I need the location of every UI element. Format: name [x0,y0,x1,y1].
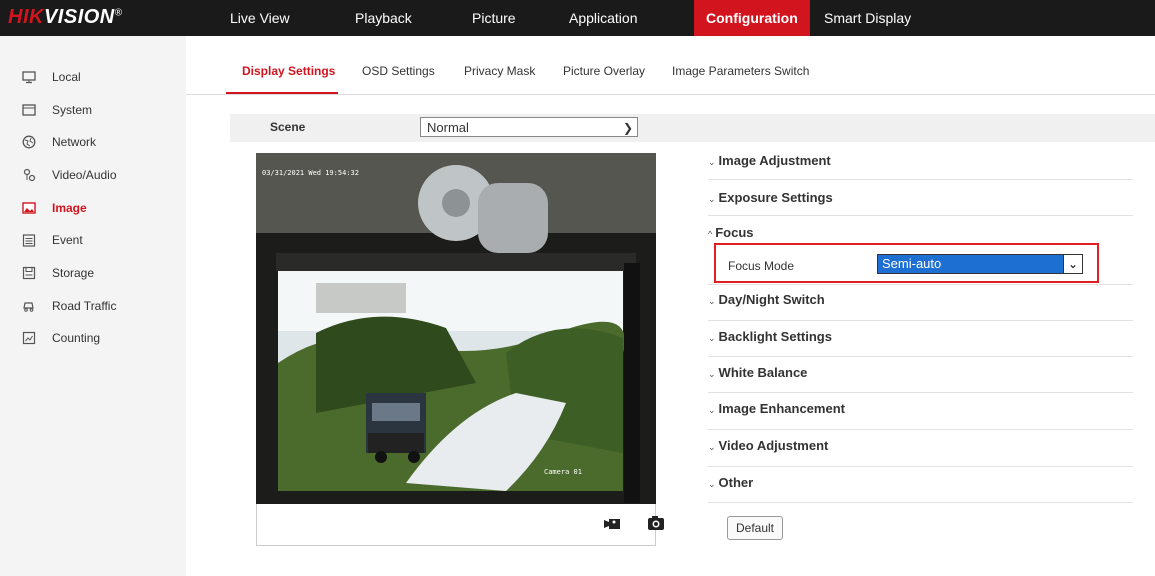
section-image-enhancement-title[interactable]: ⌄ Image Enhancement [708,401,845,416]
chevron-down-icon: ⌄ [708,333,716,343]
video-toolbar [256,504,664,546]
section-image-enhancement[interactable]: ⌄ Image Enhancement [708,393,1133,430]
sidebar-item-image[interactable]: Image [22,198,87,218]
chevron-down-icon: ⌄ [708,296,716,306]
sidebar-item-system[interactable]: System [22,100,92,120]
section-day-night-switch-title[interactable]: ⌄ Day/Night Switch [708,292,825,307]
chevron-down-icon: ⌄ [708,194,716,204]
camera-name-overlay: Camera 01 [544,468,582,476]
tab-picture-overlay[interactable]: Picture Overlay [563,64,645,78]
chevron-down-icon: ⌄ [1063,255,1082,273]
counting-icon [22,331,36,345]
sidebar-item-road-traffic[interactable]: Road Traffic [22,296,116,316]
chevron-up-icon: ^ [708,229,713,239]
record-video-icon[interactable] [603,514,621,532]
scene-select[interactable]: Normal ❯ [420,117,638,137]
default-button[interactable]: Default [727,516,783,540]
section-video-adjustment[interactable]: ⌄ Video Adjustment [708,430,1133,467]
sidebar-item-label: Road Traffic [52,299,117,313]
section-exposure-settings[interactable]: ⌄ Exposure Settings [708,180,1133,216]
focus-mode-select-value: Semi-auto [882,256,942,271]
hikvision-logo: HIKVISION® [8,6,123,28]
sidebar-item-network[interactable]: Network [22,132,96,152]
sidebar-item-label: Counting [52,331,101,345]
calendar-icon [22,233,36,247]
nav-picture[interactable]: Picture [460,0,528,36]
sidebar-item-label: Storage [52,266,95,280]
car-icon [22,299,36,313]
nav-configuration[interactable]: Configuration [694,0,810,36]
video-timestamp: 03/31/2021 Wed 19:54:32 [262,169,359,177]
section-white-balance[interactable]: ⌄ White Balance [708,357,1133,393]
sidebar-item-video-audio[interactable]: Video/Audio [22,165,117,185]
nav-live-view[interactable]: Live View [218,0,302,36]
sidebar-item-storage[interactable]: Storage [22,263,94,283]
sidebar-item-label: Image [52,201,87,215]
section-white-balance-title[interactable]: ⌄ White Balance [708,365,807,380]
globe-icon [22,135,36,149]
sidebar-item-label: Local [52,70,81,84]
nav-application[interactable]: Application [557,0,650,36]
sidebar-item-local[interactable]: Local [22,67,81,87]
chevron-down-icon: ⌄ [708,369,716,379]
live-video-preview: 03/31/2021 Wed 19:54:32 Camera 01 [256,153,656,504]
system-icon [22,103,36,117]
active-tab-indicator [226,92,338,94]
tab-privacy-mask[interactable]: Privacy Mask [464,64,535,78]
tab-osd-settings[interactable]: OSD Settings [362,64,435,78]
video-frame-image [256,153,656,504]
nav-playback[interactable]: Playback [343,0,424,36]
section-other-title[interactable]: ⌄ Other [708,475,753,490]
section-video-adjustment-title[interactable]: ⌄ Video Adjustment [708,438,828,453]
section-focus-title[interactable]: ^ Focus [708,225,754,240]
sidebar-item-label: Video/Audio [52,168,117,182]
top-navigation-bar: HIKVISION® Live View Playback Picture Ap… [0,0,1155,36]
tab-image-parameters-switch[interactable]: Image Parameters Switch [672,64,809,78]
sidebar-item-counting[interactable]: Counting [22,328,100,348]
chevron-down-icon: ❯ [622,121,633,135]
section-day-night-switch[interactable]: ⌄ Day/Night Switch [708,285,1133,321]
tab-display-settings[interactable]: Display Settings [242,64,335,78]
focus-mode-select[interactable]: Semi-auto ⌄ [877,254,1083,274]
section-image-adjustment-title[interactable]: ⌄ Image Adjustment [708,153,831,168]
scene-label: Scene [270,120,306,134]
section-exposure-settings-title[interactable]: ⌄ Exposure Settings [708,190,833,205]
sidebar-item-label: System [52,103,93,117]
chevron-down-icon: ⌄ [708,442,716,452]
scene-select-value: Normal [427,120,469,135]
nav-smart-display[interactable]: Smart Display [812,0,923,36]
section-other[interactable]: ⌄ Other [708,467,1133,503]
monitor-icon [22,70,36,84]
capture-snapshot-icon[interactable] [647,514,665,532]
tab-bar: Display Settings OSD Settings Privacy Ma… [186,36,1155,95]
focus-mode-label: Focus Mode [728,259,795,273]
section-backlight-settings[interactable]: ⌄ Backlight Settings [708,321,1133,357]
chevron-down-icon: ⌄ [708,479,716,489]
chevron-down-icon: ⌄ [708,405,716,415]
sidebar-item-label: Network [52,135,97,149]
chevron-down-icon: ⌄ [708,157,716,167]
video-audio-icon [22,168,36,182]
scene-bar [230,114,1155,142]
section-backlight-settings-title[interactable]: ⌄ Backlight Settings [708,329,832,344]
sidebar-item-label: Event [52,233,83,247]
storage-icon [22,266,36,280]
section-image-adjustment[interactable]: ⌄ Image Adjustment [708,146,1133,180]
sidebar-item-event[interactable]: Event [22,230,83,250]
image-icon [22,201,36,215]
